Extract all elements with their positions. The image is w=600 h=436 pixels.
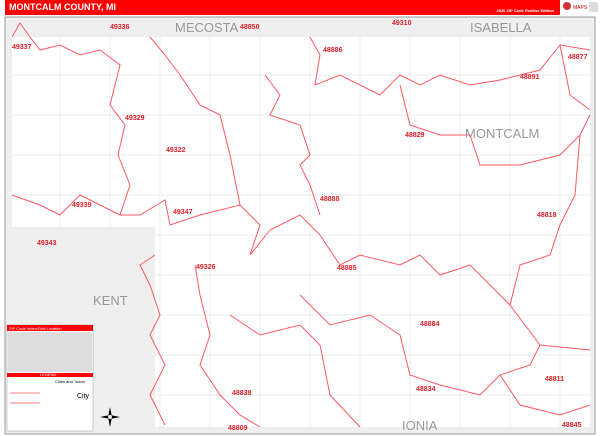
county-label-montcalm: MONTCALM — [465, 126, 539, 141]
zip-label: 49339 — [72, 202, 92, 209]
zip-label: 49322 — [166, 147, 186, 154]
zip-label: 48834 — [416, 386, 436, 393]
zip-label: 49310 — [392, 20, 412, 27]
county-label-kent: KENT — [93, 293, 128, 308]
zip-label: 48877 — [568, 54, 588, 61]
zip-label: 49343 — [37, 240, 57, 247]
zip-label: 48884 — [420, 321, 440, 328]
svg-text:MAPS: MAPS — [573, 5, 588, 11]
zip-label: 48829 — [405, 132, 425, 139]
zip-label: 48809 — [228, 425, 248, 432]
zip-label: 48885 — [337, 265, 357, 272]
zip-label: 48891 — [520, 74, 540, 81]
zip-label: 49326 — [196, 264, 216, 271]
zip-label: 49336 — [110, 24, 130, 31]
zip-label: 48845 — [562, 422, 582, 429]
county-label-mecosta: MECOSTA — [175, 20, 239, 35]
county-label-ionia: IONIA — [402, 418, 438, 433]
zip-label: 48850 — [240, 24, 260, 31]
legend-cities-title: Cities and Towns — [55, 379, 85, 384]
legend-index-title: ZIP Code Index/Grid Location — [9, 326, 62, 331]
zip-label: 48838 — [232, 390, 252, 397]
zip-code-map[interactable]: MECOSTA ISABELLA MONTCALM KENT IONIA 493… — [0, 15, 600, 436]
zip-label: 48811 — [545, 376, 564, 383]
map-subtitle: 2020 ZIP Code Redline Edition — [496, 8, 555, 13]
legend-title: LEGEND — [40, 372, 57, 377]
legend-city-sample: City — [77, 393, 90, 400]
zip-label: 49337 — [12, 44, 32, 51]
zip-label: 49329 — [125, 115, 145, 122]
legend-panel: ZIP Code Index/Grid Location LEGEND Citi… — [6, 324, 94, 432]
header-bar: MONTCALM COUNTY, MI 2020 ZIP Code Redlin… — [5, 0, 560, 15]
zip-label: 48886 — [323, 47, 343, 54]
map-title: MONTCALM COUNTY, MI — [9, 2, 116, 12]
zip-label: 48888 — [320, 196, 340, 203]
zip-label: 48818 — [537, 212, 557, 219]
county-label-isabella: ISABELLA — [470, 20, 532, 35]
brand-logo: MAPS — [561, 0, 599, 15]
zip-label: 49347 — [173, 209, 193, 216]
